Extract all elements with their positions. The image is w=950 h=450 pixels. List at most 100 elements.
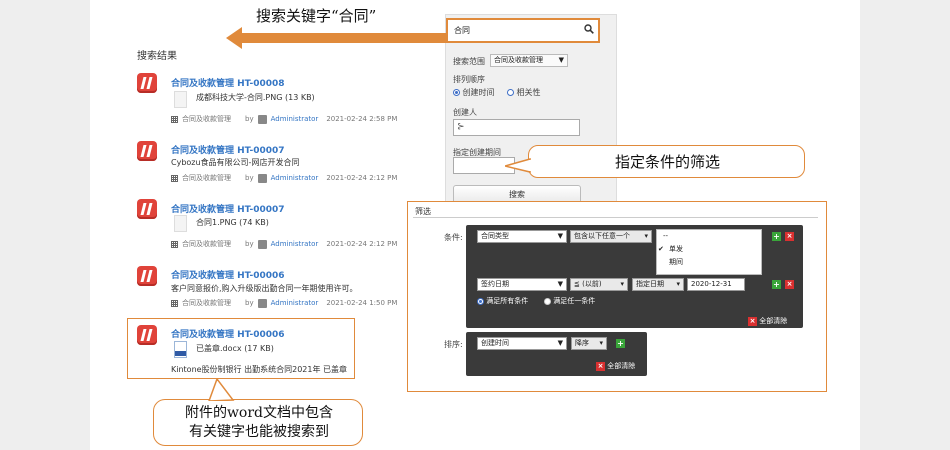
condition-field-select-2[interactable]: 签约日期 ▼: [477, 278, 567, 291]
app-grid-icon: [171, 299, 178, 307]
meta-date: 2021-02-24 2:12 PM: [326, 240, 398, 248]
condition-field-select-1[interactable]: 合同类型 ▼: [477, 230, 567, 243]
condition-field-2-value: 签约日期: [481, 280, 509, 288]
meta-user[interactable]: Administrator: [271, 115, 319, 123]
result-title[interactable]: 合同及收款管理 HT-00006: [171, 327, 285, 340]
user-icon: [257, 114, 267, 124]
add-sort-icon[interactable]: +: [616, 339, 625, 348]
attachment-callout-line1: 附件的word文档中包含: [184, 405, 334, 421]
sort-option-relevance-label: 相关性: [516, 88, 541, 97]
app-icon[interactable]: [137, 325, 157, 345]
option-item[interactable]: --: [657, 230, 761, 243]
remove-condition-icon[interactable]: ×: [785, 232, 794, 241]
condition-field-1-value: 合同类型: [481, 232, 509, 240]
add-condition-icon[interactable]: +: [772, 232, 781, 241]
sort-direction-select[interactable]: 降序 ▾: [571, 337, 607, 350]
sort-direction-value: 降序: [575, 339, 589, 347]
app-icon[interactable]: [137, 199, 157, 219]
condition-operator-select-1[interactable]: 包含以下任意一个 ▾: [570, 230, 652, 243]
result-attachment[interactable]: 成都科技大学-合同.PNG (13 KB): [196, 92, 315, 103]
chevron-down-icon: ▾: [676, 280, 680, 288]
sort-field-select[interactable]: 创建时间 ▼: [477, 337, 567, 350]
radio-checked-icon[interactable]: [453, 89, 460, 96]
match-all-option[interactable]: 满足所有条件: [477, 296, 528, 306]
condition-operator-1-value: 包含以下任意一个: [574, 232, 630, 240]
option-item[interactable]: ✔ 单发: [657, 243, 761, 256]
scope-select[interactable]: 合同及收款管理 ▼: [490, 54, 568, 67]
user-icon: [257, 173, 267, 183]
result-text: Kintone股份制银行 出勤系统合同2021年 已盖章: [171, 365, 348, 374]
sort-field-value: 创建时间: [481, 339, 509, 347]
match-any-label: 满足任一条件: [553, 297, 596, 305]
sort-option-created[interactable]: 创建时间: [453, 87, 495, 98]
clear-all-label-2: 全部清除: [607, 362, 636, 370]
search-input[interactable]: 合同: [446, 18, 600, 43]
result-attachment[interactable]: 已盖章.docx (17 KB): [196, 343, 274, 354]
meta-app[interactable]: 合同及收款管理: [182, 114, 231, 124]
result-attachment[interactable]: 合同1.PNG (74 KB): [196, 217, 269, 228]
meta-date: 2021-02-24 2:12 PM: [326, 174, 398, 182]
clear-all-conditions[interactable]: × 全部清除: [748, 316, 787, 326]
org-tree-icon[interactable]: ⊱: [457, 122, 465, 132]
search-input-value[interactable]: 合同: [454, 24, 594, 38]
date-type-select[interactable]: 指定日期 ▾: [632, 278, 684, 291]
creator-label: 创建人: [453, 108, 477, 117]
radio-icon[interactable]: [544, 297, 551, 305]
chevron-down-icon: ▾: [644, 232, 648, 240]
clear-icon: ×: [596, 362, 605, 371]
filter-callout: 指定条件的筛选: [528, 145, 805, 178]
radio-checked-icon[interactable]: [477, 297, 484, 305]
condition-operator-select-2[interactable]: ≦ (以前) ▾: [570, 278, 628, 291]
app-icon[interactable]: [137, 141, 157, 161]
chevron-down-icon: ▼: [557, 232, 563, 240]
meta-app[interactable]: 合同及收款管理: [182, 239, 231, 249]
attachment-callout-pointer: [208, 379, 235, 401]
result-title[interactable]: 合同及收款管理 HT-00008: [171, 76, 285, 89]
meta-user[interactable]: Administrator: [271, 299, 319, 307]
result-title[interactable]: 合同及收款管理 HT-00007: [171, 202, 285, 215]
result-title[interactable]: 合同及收款管理 HT-00007: [171, 143, 285, 156]
app-icon[interactable]: [137, 266, 157, 286]
condition-options-list[interactable]: -- ✔ 单发 期间: [656, 229, 762, 275]
checkmark-icon: ✔: [658, 245, 664, 253]
condition-label: 条件:: [444, 233, 463, 242]
chevron-down-icon: ▾: [620, 280, 624, 288]
result-meta: 合同及收款管理 by Administrator 2021-02-24 2:12…: [171, 239, 397, 249]
attachment-callout: 附件的word文档中包含 有关键字也能被搜索到: [153, 399, 363, 446]
option-label: --: [663, 232, 669, 240]
meta-by: by: [245, 115, 254, 123]
app-grid-icon: [171, 240, 178, 248]
option-item[interactable]: 期间: [657, 256, 761, 269]
meta-by: by: [245, 299, 254, 307]
option-label: 期间: [669, 258, 683, 266]
search-icon[interactable]: [584, 24, 594, 34]
chevron-down-icon: ▼: [557, 339, 563, 347]
creator-input[interactable]: ⊱: [453, 119, 580, 136]
scope-label: 搜索范围: [453, 57, 485, 66]
sort-label: 排序:: [444, 340, 463, 349]
attachment-callout-line2: 有关键字也能被搜索到: [189, 424, 329, 440]
radio-icon[interactable]: [507, 89, 514, 96]
add-condition-icon[interactable]: +: [772, 280, 781, 289]
meta-app[interactable]: 合同及收款管理: [182, 173, 231, 183]
user-icon: [257, 239, 267, 249]
meta-user[interactable]: Administrator: [271, 240, 319, 248]
match-all-label: 满足所有条件: [486, 297, 529, 305]
results-title: 搜索结果: [137, 51, 177, 62]
app-grid-icon: [171, 115, 178, 123]
meta-app[interactable]: 合同及收款管理: [182, 298, 231, 308]
clear-all-label-1: 全部清除: [759, 317, 788, 325]
date-value-input[interactable]: 2020-12-31: [687, 278, 745, 291]
clear-icon: ×: [748, 317, 757, 326]
search-callout-text: 搜索关键字“合同”: [256, 7, 377, 25]
left-arrow-icon: [226, 27, 448, 49]
app-icon[interactable]: [137, 73, 157, 93]
match-any-option[interactable]: 满足任一条件: [544, 296, 595, 306]
meta-user[interactable]: Administrator: [271, 174, 319, 182]
result-title[interactable]: 合同及收款管理 HT-00006: [171, 268, 285, 281]
result-meta: 合同及收款管理 by Administrator 2021-02-24 2:12…: [171, 173, 397, 183]
remove-condition-icon[interactable]: ×: [785, 280, 794, 289]
clear-all-sort[interactable]: × 全部清除: [596, 361, 635, 371]
filter-divider: [413, 217, 818, 218]
sort-option-relevance[interactable]: 相关性: [507, 87, 541, 98]
